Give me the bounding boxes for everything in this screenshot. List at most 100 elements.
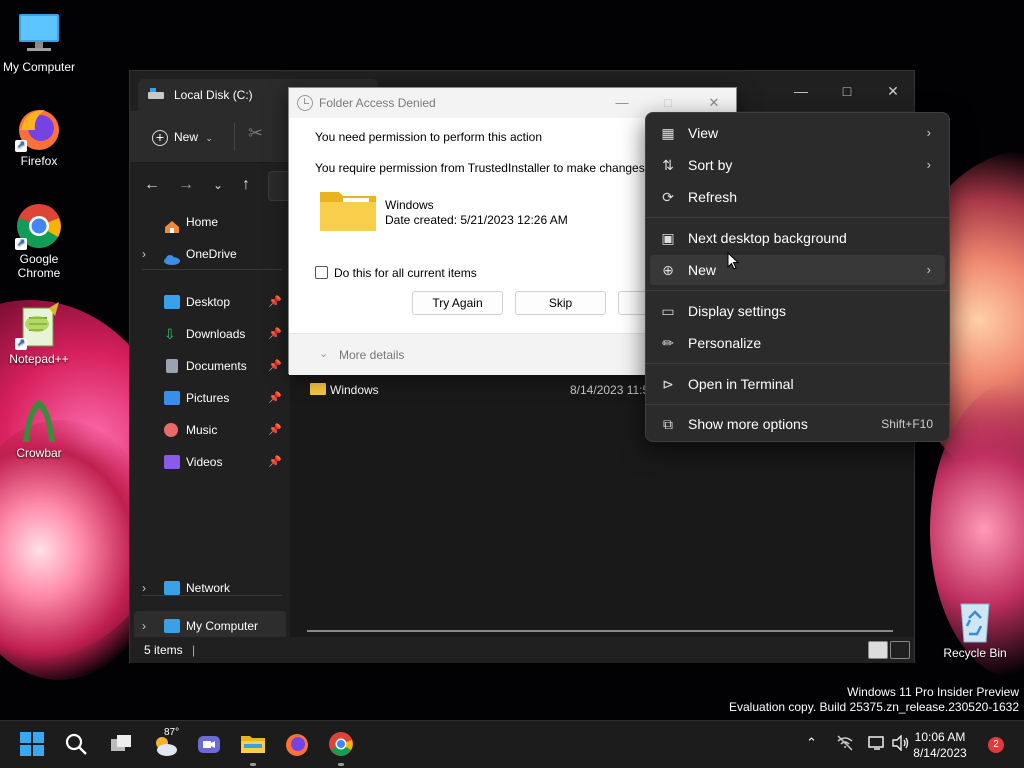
chevron-right-icon[interactable]: › xyxy=(142,239,146,269)
try-again-button[interactable]: Try Again xyxy=(412,291,503,315)
minimize-button[interactable]: — xyxy=(778,77,824,105)
chrome-icon[interactable] xyxy=(328,731,356,759)
chevron-right-icon[interactable]: › xyxy=(142,573,146,603)
pin-icon[interactable]: 📌 xyxy=(268,447,282,477)
videos-icon xyxy=(164,455,180,469)
start-button[interactable] xyxy=(19,731,47,759)
search-icon[interactable] xyxy=(63,731,91,759)
pin-icon[interactable]: 📌 xyxy=(268,351,282,381)
pin-icon[interactable]: 📌 xyxy=(268,319,282,349)
system-clock[interactable]: 10:06 AM 8/14/2023 xyxy=(905,729,975,761)
sidebar-item-music[interactable]: Music 📌 xyxy=(134,415,286,445)
skip-button[interactable]: Skip xyxy=(515,291,606,315)
brush-icon: ✏ xyxy=(662,335,674,351)
menu-item-display-settings[interactable]: ▭ Display settings xyxy=(650,296,945,326)
task-view-icon[interactable] xyxy=(108,731,136,759)
maximize-button[interactable]: □ xyxy=(824,77,870,105)
display-icon[interactable] xyxy=(868,735,886,754)
dialog-title: Folder Access Denied xyxy=(319,96,436,110)
display-icon: ▭ xyxy=(661,303,675,319)
desktop-icon-crowbar[interactable]: Crowbar xyxy=(0,396,78,460)
desktop-icon-firefox[interactable]: ↗ Firefox xyxy=(0,104,78,168)
network-disconnected-icon[interactable] xyxy=(836,735,854,754)
pin-icon[interactable]: 📌 xyxy=(268,287,282,317)
file-date: 8/14/2023 11:5 xyxy=(570,383,650,397)
sidebar-item-home[interactable]: Home xyxy=(134,207,286,237)
menu-item-label: Next desktop background xyxy=(688,230,847,246)
apply-to-all-label[interactable]: Do this for all current items xyxy=(334,266,477,280)
sidebar-item-pictures[interactable]: Pictures 📌 xyxy=(134,383,286,413)
desktop-icon-google-chrome[interactable]: ↗ Google Chrome xyxy=(0,202,78,280)
close-button[interactable]: ✕ xyxy=(870,77,916,105)
refresh-icon: ⟳ xyxy=(662,189,674,205)
desktop-icon-recycle-bin[interactable]: Recycle Bin xyxy=(936,596,1014,660)
notification-badge[interactable]: 2 xyxy=(988,737,1004,753)
weather-widget-icon[interactable]: 87° xyxy=(152,727,180,759)
sidebar-item-label: Pictures xyxy=(186,391,230,405)
horizontal-scrollbar[interactable] xyxy=(307,630,893,632)
item-count: 5 items xyxy=(144,643,183,657)
menu-item-label: Display settings xyxy=(688,303,787,319)
desktop-icon-label: Recycle Bin xyxy=(943,646,1007,660)
chevron-down-icon: ⌄ xyxy=(319,348,329,360)
running-indicator xyxy=(338,763,344,766)
download-icon: ⇩ xyxy=(164,326,176,342)
menu-item-label: Refresh xyxy=(688,189,738,205)
details-view-icon[interactable] xyxy=(868,641,888,659)
dialog-message: You require permission from TrustedInsta… xyxy=(315,161,652,175)
forward-arrow-icon[interactable]: → xyxy=(174,173,198,197)
firefox-icon[interactable] xyxy=(284,731,312,759)
sidebar-item-label: Downloads xyxy=(186,327,246,341)
monitor-icon xyxy=(164,619,180,633)
up-arrow-icon[interactable]: ↑ xyxy=(234,173,258,197)
menu-item-label: View xyxy=(688,125,719,141)
menu-item-new[interactable]: ⊕ New › xyxy=(650,255,945,285)
file-explorer-icon[interactable] xyxy=(240,731,268,759)
sidebar-item-label: Videos xyxy=(186,455,223,469)
folder-icon xyxy=(319,188,377,232)
dialog-heading: You need permission to perform this acti… xyxy=(315,130,543,144)
desktop-icon-notepad-plus-plus[interactable]: ↗ Notepad++ xyxy=(0,302,78,366)
sidebar-item-documents[interactable]: Documents 📌 xyxy=(134,351,286,381)
chevron-right-icon: › xyxy=(926,125,931,140)
teams-meet-icon[interactable] xyxy=(196,731,224,759)
cut-icon[interactable]: ✂ xyxy=(248,123,263,144)
file-name: Windows xyxy=(330,383,379,397)
new-button[interactable]: + New ⌄ xyxy=(144,123,221,151)
more-details-label: More details xyxy=(339,348,405,362)
menu-item-view[interactable]: ▦ View › xyxy=(650,118,945,148)
menu-item-personalize[interactable]: ✏ Personalize xyxy=(650,328,945,358)
back-arrow-icon[interactable]: ← xyxy=(140,173,164,197)
menu-item-refresh[interactable]: ⟳ Refresh xyxy=(650,182,945,212)
chevron-right-icon: › xyxy=(926,262,931,277)
pin-icon[interactable]: 📌 xyxy=(268,415,282,445)
show-hidden-icons-chevron-icon[interactable]: ⌃ xyxy=(806,735,817,751)
menu-item-show-more-options[interactable]: ⧉ Show more options Shift+F10 xyxy=(650,409,945,439)
recent-locations-chevron-icon[interactable]: ⌄ xyxy=(206,173,230,197)
menu-item-open-in-terminal[interactable]: ⊳ Open in Terminal xyxy=(650,369,945,399)
dialog-maximize-button[interactable]: □ xyxy=(653,92,683,114)
sidebar-item-videos[interactable]: Videos 📌 xyxy=(134,447,286,477)
desktop-icon-my-computer[interactable]: My Computer xyxy=(0,10,78,74)
dialog-close-button[interactable]: ✕ xyxy=(699,92,729,114)
sidebar-item-onedrive[interactable]: › OneDrive xyxy=(134,239,286,269)
cloud-icon xyxy=(164,247,180,265)
desktop-context-menu[interactable]: ▦ View › ⇅ Sort by › ⟳ Refresh ▣ Next de… xyxy=(645,112,950,442)
terminal-icon: ⊳ xyxy=(662,376,674,392)
keyboard-shortcut: Shift+F10 xyxy=(881,417,933,431)
sidebar-item-downloads[interactable]: ⇩ Downloads 📌 xyxy=(134,319,286,349)
sidebar-item-desktop[interactable]: Desktop 📌 xyxy=(134,287,286,317)
new-button-label: New xyxy=(174,130,199,144)
menu-item-next-desktop-background[interactable]: ▣ Next desktop background xyxy=(650,223,945,253)
menu-item-label: Personalize xyxy=(688,335,762,351)
menu-item-sort-by[interactable]: ⇅ Sort by › xyxy=(650,150,945,180)
pin-icon[interactable]: 📌 xyxy=(268,383,282,413)
list-item[interactable]: Windows 8/14/2023 11:5 xyxy=(306,379,666,401)
tab-title: Local Disk (C:) xyxy=(174,88,253,102)
apply-to-all-checkbox[interactable] xyxy=(315,266,328,279)
tiles-view-icon[interactable] xyxy=(890,641,910,659)
desktop-icon-label: Crowbar xyxy=(16,446,62,460)
notepad-plus-plus-icon: ↗ xyxy=(15,302,63,350)
dialog-minimize-button[interactable]: — xyxy=(607,92,637,114)
sidebar-item-network[interactable]: › Network xyxy=(134,573,286,603)
